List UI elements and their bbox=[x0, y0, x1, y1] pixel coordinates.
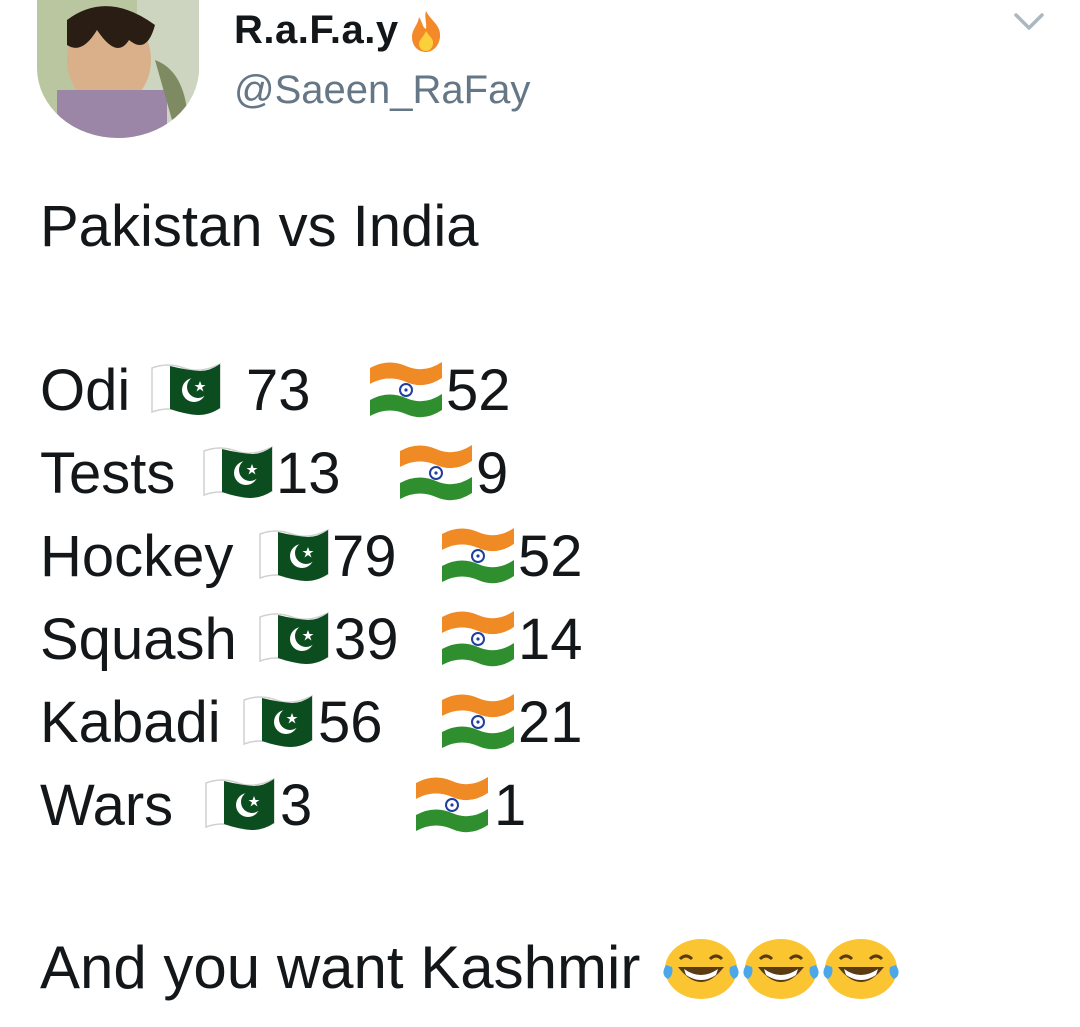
user-handle[interactable]: @Saeen_RaFay bbox=[234, 68, 530, 113]
sport-label: Squash bbox=[40, 607, 237, 672]
india-score: 1 bbox=[494, 773, 527, 838]
emoji-row bbox=[662, 935, 900, 1001]
sport-label: Hockey bbox=[40, 524, 234, 589]
pakistan-score: 73 bbox=[246, 358, 311, 423]
india-flag-icon bbox=[438, 605, 518, 669]
closing-text: And you want Kashmir bbox=[40, 934, 641, 1001]
pakistan-flag-icon bbox=[148, 358, 224, 420]
india-score: 52 bbox=[446, 358, 511, 423]
fire-icon bbox=[409, 9, 443, 53]
display-name-text: R.a.F.a.y bbox=[234, 8, 399, 52]
laughing-tears-icon bbox=[742, 935, 820, 1001]
avatar-photo bbox=[37, 0, 199, 138]
india-flag-icon bbox=[438, 522, 518, 586]
pakistan-flag-icon bbox=[200, 441, 276, 503]
pakistan-flag-icon bbox=[256, 607, 332, 669]
india-score: 52 bbox=[518, 524, 583, 589]
display-name[interactable]: R.a.F.a.y bbox=[234, 8, 443, 53]
pakistan-score: 13 bbox=[276, 441, 341, 506]
pakistan-score: 3 bbox=[280, 773, 313, 838]
tweet-title: Pakistan vs India bbox=[40, 194, 479, 259]
sport-label: Kabadi bbox=[40, 690, 221, 755]
pakistan-flag-icon bbox=[256, 524, 332, 586]
sport-label: Odi bbox=[40, 358, 131, 423]
avatar[interactable] bbox=[37, 0, 199, 138]
india-flag-icon bbox=[366, 356, 446, 420]
india-score: 9 bbox=[476, 441, 509, 506]
pakistan-score: 39 bbox=[334, 607, 399, 672]
pakistan-flag-icon bbox=[240, 690, 316, 752]
pakistan-score: 79 bbox=[332, 524, 397, 589]
india-flag-icon bbox=[412, 771, 492, 835]
india-flag-icon bbox=[396, 439, 476, 503]
laughing-tears-icon bbox=[662, 935, 740, 1001]
sport-label: Tests bbox=[40, 441, 176, 506]
laughing-tears-icon bbox=[822, 935, 900, 1001]
closing-line: And you want Kashmir bbox=[40, 933, 900, 1002]
pakistan-score: 56 bbox=[318, 690, 383, 755]
india-flag-icon bbox=[438, 688, 518, 752]
india-score: 14 bbox=[518, 607, 583, 672]
india-score: 21 bbox=[518, 690, 583, 755]
chevron-down-icon[interactable] bbox=[1012, 10, 1046, 34]
sport-label: Wars bbox=[40, 773, 174, 838]
pakistan-flag-icon bbox=[202, 773, 278, 835]
